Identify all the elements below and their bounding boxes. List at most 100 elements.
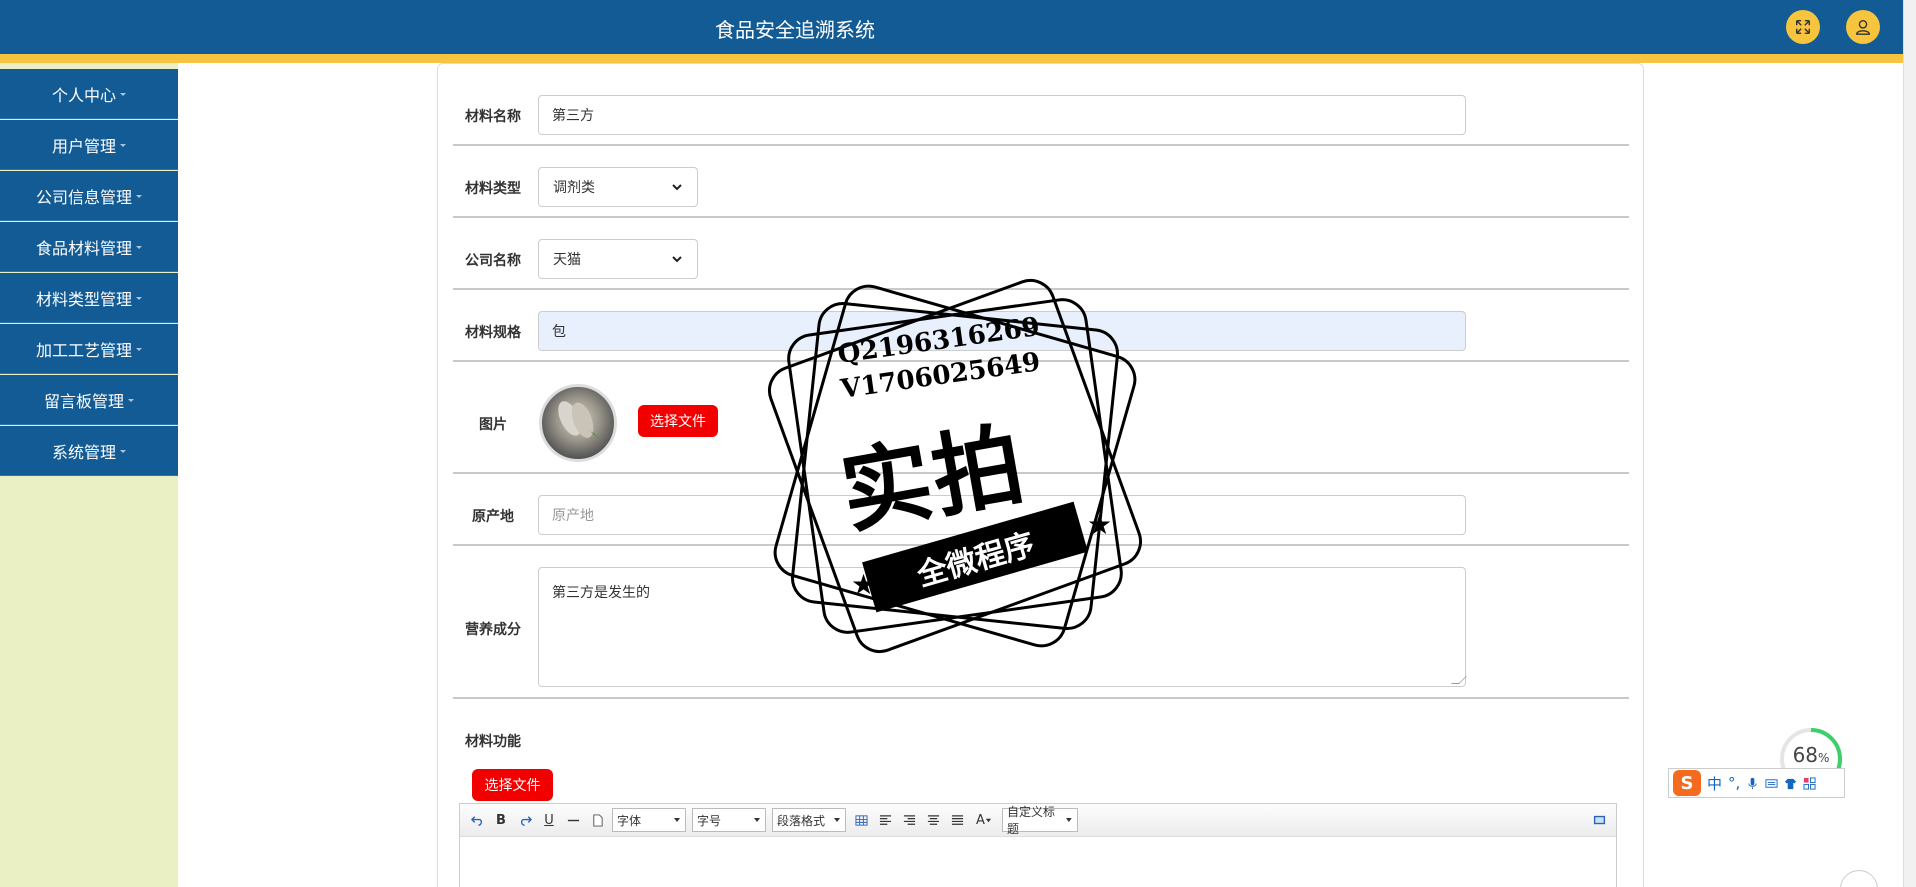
horizontal-rule-button[interactable] — [564, 810, 582, 830]
chevron-down-icon — [674, 818, 680, 822]
chevron-down-icon — [136, 348, 142, 351]
user-icon — [1856, 20, 1870, 35]
chevron-down-icon — [120, 450, 126, 453]
shrimp-thumbnail — [539, 384, 617, 462]
chevron-down-icon — [136, 195, 142, 198]
font-family-select[interactable]: 字体 — [612, 808, 686, 832]
align-justify-button[interactable] — [948, 810, 966, 830]
apps-grid-icon[interactable] — [1803, 776, 1816, 790]
sidebar-item-messages[interactable]: 留言板管理 — [0, 375, 178, 425]
skin-shirt-icon[interactable] — [1784, 777, 1797, 790]
image-label: 图片 — [479, 417, 507, 433]
sidebar-item-material-type[interactable]: 材料类型管理 — [0, 273, 178, 323]
material-name-value: 第三方 — [552, 108, 594, 124]
chevron-down-icon — [754, 818, 760, 822]
chevron-down-icon — [672, 256, 682, 263]
sidebar-item-personal-center[interactable]: 个人中心 — [0, 69, 178, 119]
progress-unit: % — [1818, 751, 1830, 765]
function-choose-file-button[interactable]: 选择文件 — [472, 769, 553, 801]
scroll-top-button[interactable] — [1840, 870, 1878, 887]
align-left-button[interactable] — [876, 810, 894, 830]
sidebar-item-label: 食品材料管理 — [35, 238, 132, 258]
align-justify-icon — [951, 814, 963, 825]
resize-grip-icon[interactable] — [1451, 676, 1467, 684]
star-icon: ★ — [851, 568, 877, 601]
keyboard-icon[interactable] — [1765, 777, 1778, 790]
sidebar-item-label: 加工工艺管理 — [35, 340, 132, 360]
microphone-icon[interactable] — [1746, 777, 1759, 790]
source-view-button[interactable] — [1590, 810, 1608, 830]
new-document-button[interactable] — [588, 810, 606, 830]
table-icon — [854, 814, 868, 826]
sidebar-item-label: 个人中心 — [51, 85, 116, 105]
material-type-select[interactable]: 调剂类 — [538, 167, 698, 207]
sidebar-item-company[interactable]: 公司信息管理 — [0, 171, 178, 221]
sidebar-item-label: 材料类型管理 — [35, 289, 132, 309]
chevron-down-icon — [672, 184, 682, 191]
sidebar-item-label: 系统管理 — [51, 442, 116, 462]
nutrition-label: 营养成分 — [465, 622, 521, 638]
origin-placeholder: 原产地 — [552, 508, 594, 524]
progress-value: 68% — [1778, 743, 1844, 767]
undo-button[interactable] — [468, 810, 486, 830]
function-label: 材料功能 — [465, 734, 521, 750]
ime-mode-label[interactable]: 中 — [1707, 773, 1722, 794]
paragraph-format-select[interactable]: 段落格式 — [772, 808, 846, 832]
font-family-label: 字体 — [617, 813, 642, 828]
font-size-select[interactable]: 字号 — [692, 808, 766, 832]
underline-button[interactable]: U — [540, 810, 558, 830]
chevron-down-icon — [834, 818, 840, 822]
nutrition-value: 第三方是发生的 — [552, 585, 650, 601]
user-button[interactable] — [1846, 10, 1880, 44]
watermark-stamp: Q2196316269 V1706025649 实拍 全微程序 ★ ★ — [745, 256, 1165, 676]
sidebar-item-users[interactable]: 用户管理 — [0, 120, 178, 170]
punctuation-icon[interactable]: °, — [1728, 774, 1740, 792]
rich-text-editor[interactable]: B U 字体 字号 段落格式 A 自定义标题 — [459, 803, 1617, 887]
row-divider — [453, 144, 1629, 146]
align-center-button[interactable] — [924, 810, 942, 830]
chevron-down-icon — [1066, 818, 1073, 822]
company-name-label: 公司名称 — [465, 253, 521, 269]
sidebar-item-label: 留言板管理 — [43, 391, 124, 411]
sidebar-item-system[interactable]: 系统管理 — [0, 426, 178, 476]
sidebar-item-food-material[interactable]: 食品材料管理 — [0, 222, 178, 272]
expand-arrows-icon — [1795, 19, 1811, 35]
monitor-icon — [1593, 815, 1605, 824]
company-name-select[interactable]: 天猫 — [538, 239, 698, 279]
align-right-button[interactable] — [900, 810, 918, 830]
document-icon — [592, 813, 603, 827]
vertical-scrollbar[interactable] — [1903, 0, 1916, 887]
horizontal-rule-icon — [567, 819, 579, 821]
table-button[interactable] — [852, 810, 870, 830]
chevron-down-icon — [985, 818, 992, 822]
top-bar: 食品安全追溯系统 — [0, 0, 1903, 54]
shrimp-image-icon — [558, 401, 600, 439]
align-left-icon — [879, 814, 891, 825]
font-color-button[interactable]: A — [972, 810, 996, 830]
material-spec-label: 材料规格 — [465, 325, 521, 341]
custom-title-label: 自定义标题 — [1007, 805, 1056, 836]
sogou-logo-icon[interactable]: S — [1673, 770, 1701, 796]
redo-icon — [520, 815, 532, 826]
ime-toolbar: S 中 °, — [1668, 768, 1845, 798]
sidebar-item-label: 公司信息管理 — [35, 187, 132, 207]
undo-icon — [470, 815, 482, 826]
bold-button[interactable]: B — [492, 810, 510, 830]
material-name-label: 材料名称 — [465, 109, 521, 125]
paragraph-format-label: 段落格式 — [777, 813, 826, 828]
sidebar-item-processing[interactable]: 加工工艺管理 — [0, 324, 178, 374]
row-divider — [453, 216, 1629, 218]
material-type-value: 调剂类 — [553, 180, 595, 196]
image-choose-file-button[interactable]: 选择文件 — [638, 405, 718, 437]
redo-button[interactable] — [516, 810, 534, 830]
chevron-down-icon — [120, 144, 126, 147]
custom-title-select[interactable]: 自定义标题 — [1002, 805, 1078, 836]
row-divider — [453, 697, 1629, 699]
align-right-icon — [903, 814, 915, 825]
fullscreen-button[interactable] — [1786, 10, 1820, 44]
sidebar: 个人中心 用户管理 公司信息管理 食品材料管理 材料类型管理 加工工艺管理 留言… — [0, 63, 178, 887]
chevron-down-icon — [128, 399, 134, 402]
material-name-input[interactable]: 第三方 — [538, 95, 1466, 135]
app-title: 食品安全追溯系统 — [715, 18, 875, 42]
editor-toolbar: B U 字体 字号 段落格式 A 自定义标题 — [460, 804, 1616, 837]
